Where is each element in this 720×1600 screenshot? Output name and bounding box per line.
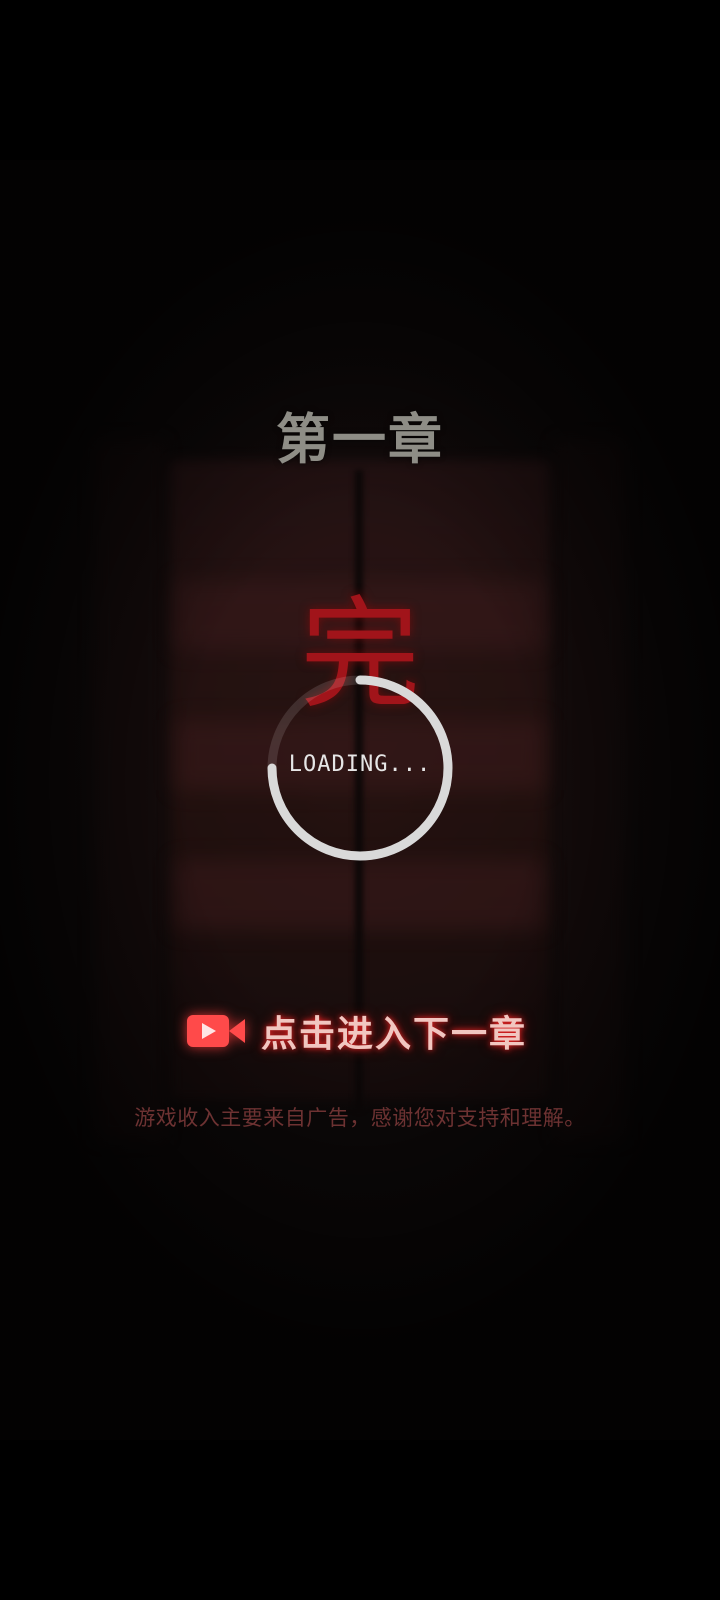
letterbox-bottom [0,1440,720,1600]
next-chapter-button[interactable]: 点击进入下一章 [185,1003,535,1059]
video-play-icon [187,1015,245,1047]
next-chapter-label: 点击进入下一章 [261,1014,528,1055]
letterbox-top [0,0,720,160]
chapter-title: 第一章 [276,407,444,471]
loading-text: LOADING... [288,752,432,777]
ad-notice-text: 游戏收入主要来自广告，感谢您对支持和理解。 [134,1106,586,1130]
game-screen: 第一章 完 LOADING... 点击进入下一章 游戏收入主要来自广告，感谢您对… [0,0,720,1600]
